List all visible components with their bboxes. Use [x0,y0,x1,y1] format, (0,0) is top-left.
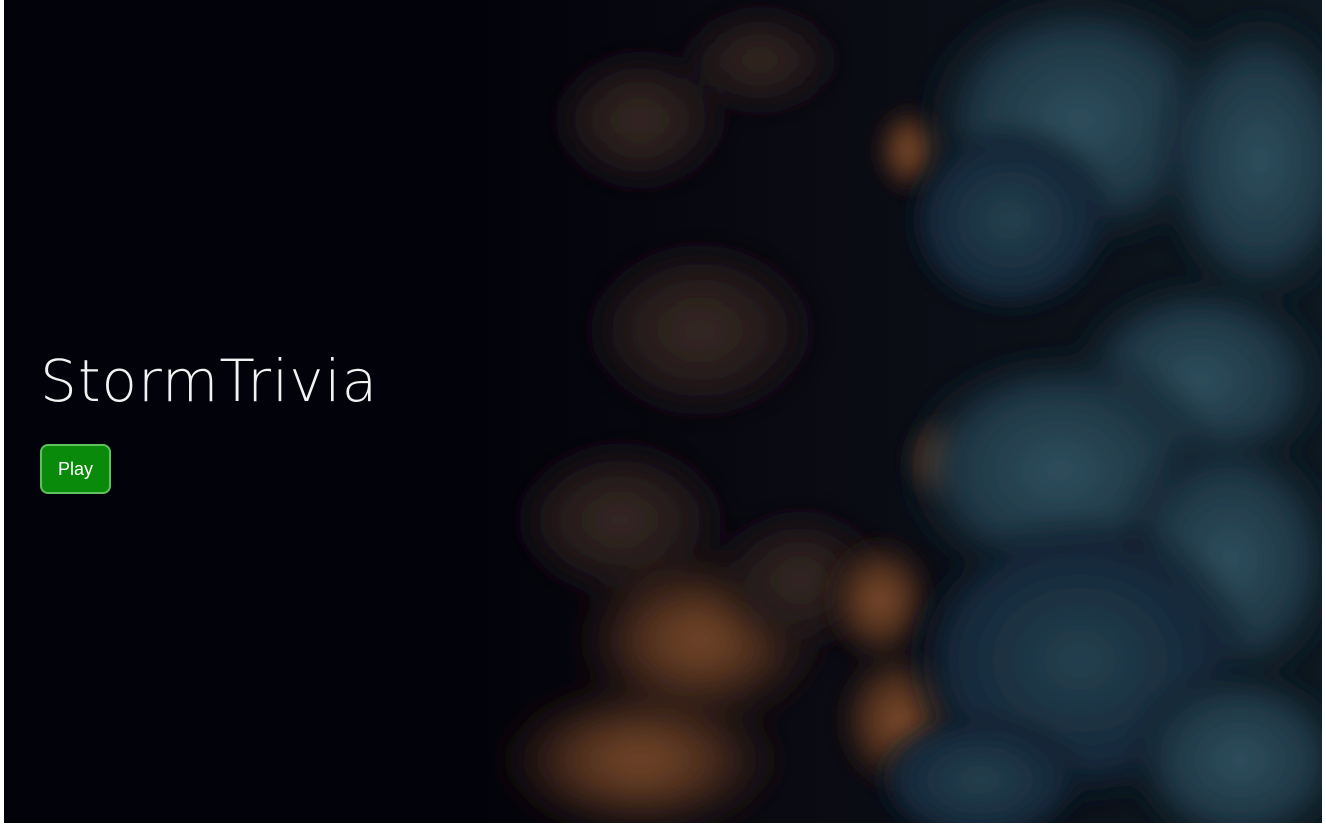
hero-section: StormTrivia Play [0,0,1326,825]
window-edge-right [1322,0,1326,825]
app-title: StormTrivia [40,347,379,415]
play-button[interactable]: Play [40,444,112,494]
hero-content: StormTrivia Play [40,343,378,494]
window-edge-left [0,0,4,825]
